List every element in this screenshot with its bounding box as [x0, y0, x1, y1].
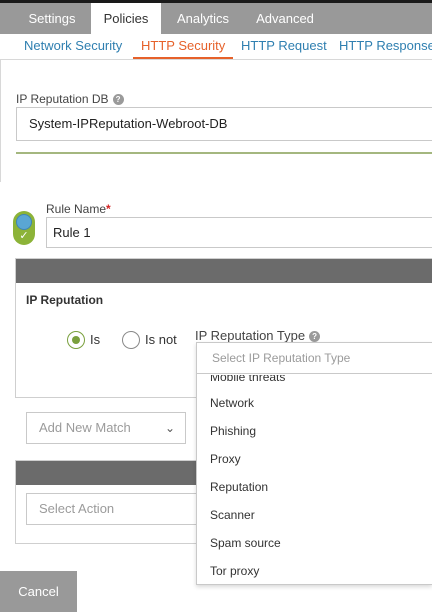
dropdown-option-spam-source[interactable]: Spam source: [197, 529, 432, 557]
dropdown-option-network[interactable]: Network: [197, 389, 432, 417]
check-icon: ✓: [19, 230, 29, 242]
add-new-match-placeholder: Add New Match: [39, 420, 131, 435]
select-action-select[interactable]: Select Action: [26, 493, 198, 525]
tab-policies[interactable]: Policies: [91, 3, 161, 34]
subtab-http-security[interactable]: HTTP Security: [133, 34, 234, 59]
rule-name-label: Rule Name*: [46, 202, 111, 216]
section-divider: [16, 152, 432, 154]
cancel-button[interactable]: Cancel: [0, 571, 77, 612]
toggle-knob: [16, 214, 32, 230]
question-circle-icon[interactable]: ?: [309, 331, 321, 342]
add-new-match-select[interactable]: Add New Match ⌄: [26, 412, 186, 444]
panel-header-bar: [16, 259, 432, 283]
dropdown-option-scanner[interactable]: Scanner: [197, 501, 432, 529]
subtab-http-response[interactable]: HTTP Response: [339, 34, 432, 59]
ip-reputation-type-search[interactable]: Select IP Reputation Type: [197, 343, 432, 374]
tab-settings[interactable]: Settings: [14, 3, 90, 34]
dropdown-option-tor-proxy[interactable]: Tor proxy: [197, 557, 432, 584]
ip-reputation-db-label: IP Reputation DB?: [16, 92, 124, 106]
radio-is[interactable]: [67, 331, 85, 349]
ip-reputation-type-label-text: IP Reputation Type: [195, 328, 306, 343]
radio-is-not[interactable]: [122, 331, 140, 349]
radio-is-not-label: Is not: [145, 332, 177, 347]
radio-is-label: Is: [90, 332, 101, 347]
ip-reputation-db-field[interactable]: System-IPReputation-Webroot-DB: [16, 107, 432, 141]
rule-name-label-text: Rule Name: [46, 202, 107, 216]
tab-analytics[interactable]: Analytics: [164, 3, 242, 34]
panel-title: IP Reputation: [26, 293, 104, 307]
rule-enable-toggle[interactable]: ✓: [13, 211, 35, 245]
select-action-placeholder: Select Action: [39, 501, 115, 516]
dropdown-option-reputation[interactable]: Reputation: [197, 473, 432, 501]
dropdown-option-proxy[interactable]: Proxy: [197, 445, 432, 473]
dropdown-option-mobile-threats[interactable]: Mobile threats: [197, 375, 432, 389]
ip-reputation-type-dropdown[interactable]: Select IP Reputation Type Mobile threats…: [196, 342, 432, 585]
dropdown-option-phishing[interactable]: Phishing: [197, 417, 432, 445]
question-circle-icon[interactable]: ?: [112, 94, 124, 105]
radio-dot: [72, 336, 80, 344]
required-asterisk: *: [106, 202, 111, 216]
rule-name-input[interactable]: Rule 1: [46, 217, 432, 248]
tab-advanced[interactable]: Advanced: [244, 3, 326, 34]
sub-tab-bar: Network Security HTTP Security HTTP Requ…: [0, 34, 432, 60]
subtab-http-request[interactable]: HTTP Request: [241, 34, 327, 59]
ip-reputation-db-label-text: IP Reputation DB: [16, 92, 109, 106]
content-left-border: [0, 60, 1, 182]
ip-reputation-type-label: IP Reputation Type?: [195, 328, 321, 343]
chevron-down-icon: ⌄: [164, 421, 175, 435]
subtab-network-security[interactable]: Network Security: [24, 34, 122, 59]
